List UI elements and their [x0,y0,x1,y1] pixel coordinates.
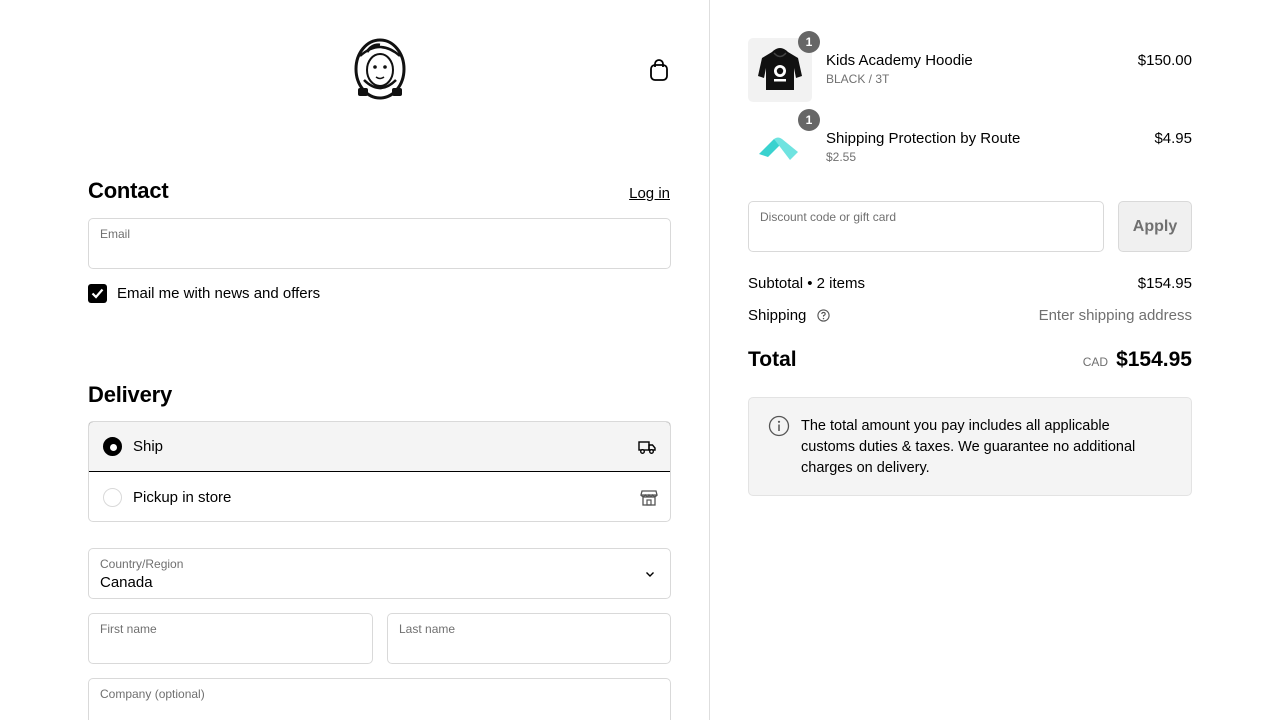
pickup-radio[interactable] [103,487,122,507]
customs-notice: The total amount you pay includes all ap… [748,397,1192,496]
discount-placeholder: Discount code or gift card [760,210,897,224]
delivery-method-group: Pickup in store Ship [88,421,671,522]
delivery-option-pickup[interactable]: Pickup in store [89,472,670,521]
contact-heading: Contact [88,178,169,203]
item-price: $150.00 [1137,52,1192,69]
shipping-value: Enter shipping address [1038,307,1192,324]
delivery-option-ship[interactable]: Ship [89,422,670,472]
shipping-row: Shipping Enter shipping address [748,307,1192,324]
line-item: 1 Shipping Protection by Route $2.55 $4.… [748,109,1192,180]
quantity-badge: 1 [798,31,820,53]
company-label: Company (optional) [100,687,205,701]
subtotal-label: Subtotal • 2 items [748,275,865,292]
total-label: Total [748,348,797,371]
line-item: 1 Kids Academy Hoodie BLACK / 3T $150.00 [748,31,1192,102]
subtotal-row: Subtotal • 2 items $154.95 [748,275,1192,292]
login-link[interactable]: Log in [629,185,670,202]
customs-notice-text: The total amount you pay includes all ap… [801,418,1136,476]
chevron-down-icon [646,572,654,577]
item-name: Shipping Protection by Route [826,130,1021,147]
item-name: Kids Academy Hoodie [826,52,973,69]
newsletter-label: Email me with news and offers [117,285,321,302]
total-value: $154.95 [1116,348,1192,371]
subtotal-value: $154.95 [1137,275,1192,292]
ship-radio[interactable] [103,437,122,456]
first-name-label: First name [100,622,157,636]
delivery-heading: Delivery [88,382,173,407]
last-name-field[interactable]: Last name [387,613,671,664]
item-variant: BLACK / 3T [826,72,890,86]
ship-label: Ship [133,438,164,455]
truck-icon [638,440,656,454]
pickup-label: Pickup in store [133,488,232,506]
checkout-page: Contact Log in Email Email me with news … [0,0,1280,720]
shipping-label: Shipping [748,307,807,324]
newsletter-checkbox[interactable] [88,284,107,303]
email-field[interactable]: Email [88,218,671,269]
checkmark-icon [91,288,104,299]
country-value: Canada [100,574,153,591]
discount-code-input[interactable]: Discount code or gift card [748,201,1104,252]
country-label: Country/Region [100,557,184,571]
last-name-label: Last name [399,622,456,636]
country-select[interactable]: Country/Region Canada [88,548,671,599]
astronaut-helmet-logo[interactable] [350,36,410,102]
first-name-field[interactable]: First name [88,613,373,664]
apply-discount-button[interactable]: Apply [1118,201,1192,252]
product-thumbnail: 1 [748,31,820,102]
total-amount: CAD $154.95 [1083,348,1192,372]
item-original-price: $2.55 [826,150,857,164]
info-icon [768,415,790,437]
order-summary-column: 1 Kids Academy Hoodie BLACK / 3T $150.00… [710,0,1280,720]
shopping-bag-icon[interactable] [648,58,670,82]
currency-code: CAD [1082,355,1109,369]
email-field-label: Email [100,227,131,241]
product-thumbnail: 1 [748,109,820,180]
company-field[interactable]: Company (optional) [88,678,671,720]
quantity-badge: 1 [798,109,820,131]
store-icon [640,490,658,506]
help-circle-icon[interactable] [816,309,830,322]
newsletter-checkbox-row[interactable]: Email me with news and offers [88,284,320,303]
item-price: $4.95 [1154,130,1192,147]
checkout-form-column: Contact Log in Email Email me with news … [0,0,710,720]
